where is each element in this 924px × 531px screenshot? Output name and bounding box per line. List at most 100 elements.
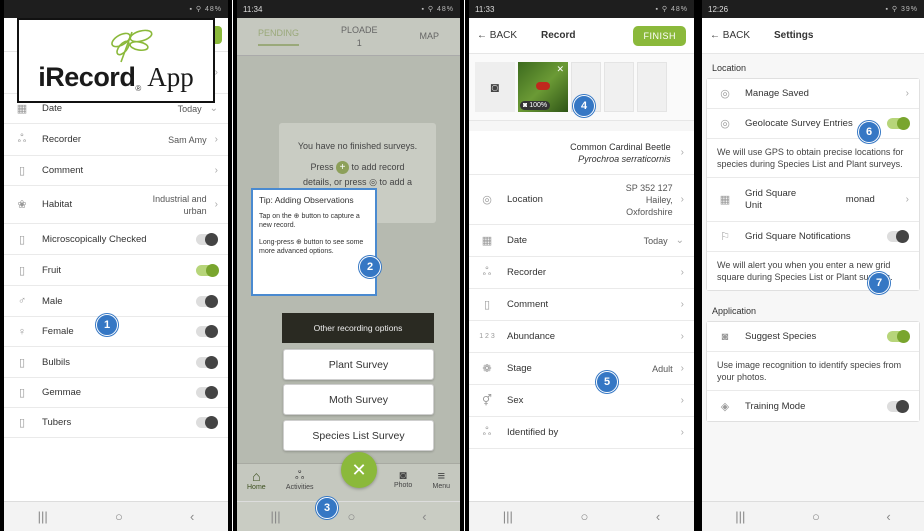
finish-button[interactable]: FINISH <box>633 25 686 46</box>
home-button[interactable]: ○ <box>580 509 588 524</box>
gemmae-row[interactable]: ▯ Gemmae <box>4 378 228 408</box>
toggle-switch[interactable] <box>196 416 218 429</box>
species-common-name: Common Cardinal Beetle <box>570 141 671 152</box>
back-button[interactable]: ‹ <box>190 509 194 524</box>
toggle-switch[interactable] <box>196 355 218 369</box>
comment-row[interactable]: ▯ Comment › <box>4 156 228 186</box>
field-label: Location <box>507 194 543 205</box>
chevron-right-icon: › <box>214 67 218 78</box>
callout-badge-1: 1 <box>96 314 118 336</box>
toggle-switch[interactable] <box>196 232 218 246</box>
field-label: Recorder <box>507 267 547 278</box>
logo-wordmark: iRecord <box>38 62 136 92</box>
remove-photo-icon[interactable]: ✕ <box>556 64 564 75</box>
field-value: Industrial and urban <box>152 193 207 216</box>
clipboard-icon: ▯ <box>18 165 26 177</box>
recent-apps-button[interactable]: ||| <box>735 509 745 524</box>
clipboard-icon: ▯ <box>18 417 26 429</box>
camera-icon: ◙ <box>399 468 407 482</box>
tab-uploaded[interactable]: PLOADE 1 <box>341 24 378 50</box>
location-row[interactable]: ◎ Location SP 352 127 Hailey, Oxfordshire › <box>469 175 694 225</box>
callout-badge-6: 6 <box>858 121 880 143</box>
chevron-right-icon: › <box>905 88 909 99</box>
home-button[interactable]: ○ <box>115 509 123 524</box>
abundance-row[interactable]: 1 2 3 Abundance › <box>469 321 694 353</box>
field-label: Male <box>42 295 63 307</box>
back-button[interactable]: ‹ <box>656 509 660 524</box>
microscopically-checked-row[interactable]: ▯ Microscopically Checked <box>4 224 228 255</box>
nav-activities[interactable]: ஃ Activities <box>286 468 314 501</box>
plant-survey-button[interactable]: Plant Survey <box>283 349 434 380</box>
application-settings-card: ◙ Suggest Species Use image recognition … <box>706 321 920 422</box>
bulbils-row[interactable]: ▯ Bulbils <box>4 347 228 378</box>
toggle-switch[interactable] <box>196 263 219 277</box>
photo-thumbnail[interactable]: ✕ ◙ 100% <box>518 62 568 112</box>
male-icon: ♂ <box>17 295 27 307</box>
stage-row[interactable]: ❁ Stage Adult › <box>469 353 694 385</box>
nav-home[interactable]: ⌂ Home <box>247 468 266 501</box>
calendar-icon: ▦ <box>16 103 28 115</box>
grid-square-unit-row[interactable]: ▦ Grid Square Unit monad › <box>707 178 919 222</box>
irecord-app-logo: iRecord ® App <box>17 18 215 103</box>
sex-icon: ⚥ <box>482 395 492 407</box>
back-button[interactable]: ← BACK <box>710 30 750 41</box>
phone-screen-settings: 12:26 ▪ ⚲ 39% ← BACK Settings Location ◎ … <box>698 0 924 531</box>
male-row[interactable]: ♂ Male <box>4 286 228 317</box>
fruit-row[interactable]: ▯ Fruit <box>4 255 228 286</box>
chevron-down-icon: ⌄ <box>209 103 218 114</box>
manage-saved-row[interactable]: ◎ Manage Saved › <box>707 79 919 109</box>
species-row[interactable]: Common Cardinal Beetle Pyrochroa serrati… <box>469 131 694 175</box>
toggle-switch[interactable] <box>196 294 218 308</box>
training-mode-toggle[interactable] <box>887 399 909 413</box>
people-icon: ஃ <box>17 132 27 145</box>
training-mode-row[interactable]: ◈ Training Mode <box>707 391 919 421</box>
date-row[interactable]: ▦ Date Today ⌄ <box>469 225 694 257</box>
field-value: Today <box>643 235 668 246</box>
nav-photo[interactable]: ◙ Photo <box>394 468 412 501</box>
toggle-switch[interactable] <box>196 325 218 338</box>
recent-apps-button[interactable]: ||| <box>38 509 48 524</box>
suggest-species-toggle[interactable] <box>887 330 910 343</box>
geolocate-row[interactable]: ◎ Geolocate Survey Entries <box>707 109 919 139</box>
logo-suffix: App <box>147 62 194 92</box>
back-button[interactable]: ‹ <box>886 509 890 524</box>
recorder-row[interactable]: ஃ Recorder › <box>469 257 694 289</box>
screen-3: 11:33 ▪ ⚲ 48% ← BACK Record FINISH ◙ ✕ ◙ … <box>469 0 694 531</box>
grid-notifications-row[interactable]: ⚐ Grid Square Notifications <box>707 222 919 252</box>
callout-badge-3: 3 <box>316 497 338 519</box>
recent-apps-button[interactable]: ||| <box>503 509 513 524</box>
tab-map[interactable]: MAP <box>419 30 439 43</box>
moth-survey-button[interactable]: Moth Survey <box>283 384 434 415</box>
abundance-icon: 1 2 3 <box>479 333 495 340</box>
species-latin-name: Pyrochroa serraticornis <box>578 153 671 164</box>
grid-notifications-toggle[interactable] <box>887 230 909 243</box>
back-button[interactable]: ← BACK <box>477 30 517 41</box>
recorder-row[interactable]: ஃ Recorder Sam Amy › <box>4 124 228 156</box>
section-location: Location <box>702 54 924 78</box>
habitat-row[interactable]: ❀ Habitat Industrial and urban › <box>4 186 228 224</box>
tab-pending[interactable]: PENDING <box>257 27 299 46</box>
nav-menu[interactable]: ≡ Menu <box>432 468 450 501</box>
identified-by-row[interactable]: ஃ Identified by › <box>469 417 694 449</box>
add-photo-button[interactable]: ◙ <box>475 62 515 112</box>
close-fab-button[interactable]: ✕ <box>341 452 377 488</box>
species-list-survey-button[interactable]: Species List Survey <box>283 420 434 451</box>
recent-apps-button[interactable]: ||| <box>270 509 280 524</box>
female-icon: ♀ <box>17 325 27 338</box>
phone-screen-record: 11:33 ▪ ⚲ 48% ← BACK Record FINISH ◙ ✕ ◙ … <box>465 0 698 531</box>
tubers-row[interactable]: ▯ Tubers <box>4 408 228 438</box>
camera-icon: ◙ <box>490 79 500 95</box>
camera-icon: ◙ <box>721 330 729 343</box>
sex-row[interactable]: ⚥ Sex › <box>469 385 694 417</box>
chevron-right-icon: › <box>680 395 684 406</box>
home-button[interactable]: ○ <box>347 509 355 524</box>
back-button[interactable]: ‹ <box>422 509 426 524</box>
toggle-switch[interactable] <box>196 386 218 399</box>
home-button[interactable]: ○ <box>812 509 820 524</box>
comment-row[interactable]: ▯ Comment › <box>469 289 694 321</box>
record-field-list: ◎ Location SP 352 127 Hailey, Oxfordshire › ▦ D… <box>469 175 694 449</box>
geolocate-toggle[interactable] <box>887 117 910 130</box>
plus-icon: + <box>335 161 349 174</box>
suggest-species-row[interactable]: ◙ Suggest Species <box>707 322 919 352</box>
chevron-down-icon: ⌄ <box>675 235 684 246</box>
